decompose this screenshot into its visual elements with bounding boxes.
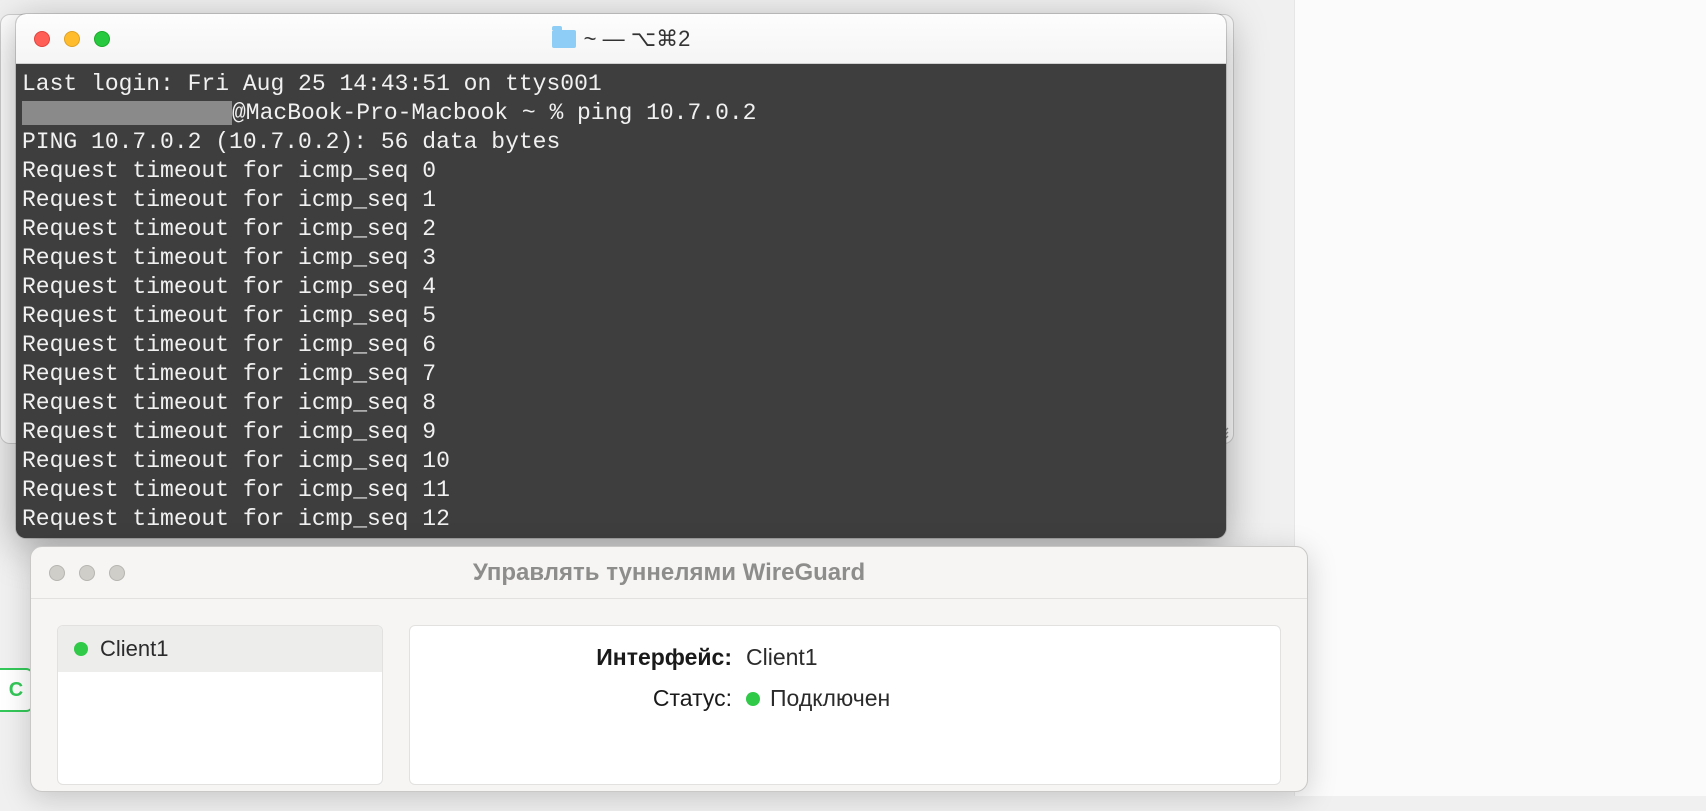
cutoff-button-label: C: [9, 679, 23, 702]
terminal-line: Request timeout for icmp_seq 7: [22, 360, 1220, 389]
interface-value: Client1: [746, 644, 818, 671]
terminal-line: Request timeout for icmp_seq 5: [22, 302, 1220, 331]
wireguard-window: Управлять туннелями WireGuard Client1 Ин…: [30, 546, 1308, 792]
tunnel-list-item[interactable]: Client1: [58, 626, 382, 672]
status-label: Статус:: [436, 685, 746, 712]
terminal-line: Request timeout for icmp_seq 3: [22, 244, 1220, 273]
terminal-line: Request timeout for icmp_seq 4: [22, 273, 1220, 302]
minimize-icon[interactable]: [64, 31, 80, 47]
wireguard-body: Client1 Интерфейс: Client1 Статус: Подкл…: [31, 599, 1307, 811]
terminal-line: Request timeout for icmp_seq 1: [22, 186, 1220, 215]
terminal-line: Request timeout for icmp_seq 8: [22, 389, 1220, 418]
terminal-title-text: ~ — ⌥⌘2: [584, 26, 691, 52]
terminal-line: Request timeout for icmp_seq 12: [22, 505, 1220, 534]
terminal-line: Request timeout for icmp_seq 2: [22, 215, 1220, 244]
cutoff-action-button[interactable]: C: [0, 668, 34, 712]
terminal-output[interactable]: Last login: Fri Aug 25 14:43:51 on ttys0…: [16, 64, 1226, 538]
folder-icon: [552, 30, 576, 48]
terminal-line: Request timeout for icmp_seq 10: [22, 447, 1220, 476]
status-dot-icon: [74, 642, 88, 656]
terminal-line: PING 10.7.0.2 (10.7.0.2): 56 data bytes: [22, 128, 1220, 157]
terminal-line: Request timeout for icmp_seq 6: [22, 331, 1220, 360]
status-value: Подключен: [746, 685, 890, 712]
close-icon[interactable]: [34, 31, 50, 47]
status-text: Подключен: [770, 685, 890, 712]
status-dot-icon: [746, 692, 760, 706]
tunnel-detail-panel: Интерфейс: Client1 Статус: Подключен: [409, 625, 1281, 785]
redacted-username: [22, 101, 232, 125]
terminal-title: ~ — ⌥⌘2: [16, 26, 1226, 52]
terminal-titlebar[interactable]: ~ — ⌥⌘2: [16, 14, 1226, 64]
right-panel-background: [1294, 0, 1706, 796]
wireguard-title: Управлять туннелями WireGuard: [31, 559, 1307, 587]
status-row: Статус: Подключен: [436, 685, 1254, 712]
terminal-line: Last login: Fri Aug 25 14:43:51 on ttys0…: [22, 70, 1220, 99]
terminal-window: ~ — ⌥⌘2 Last login: Fri Aug 25 14:43:51 …: [16, 14, 1226, 538]
terminal-line: Request timeout for icmp_seq 9: [22, 418, 1220, 447]
interface-row: Интерфейс: Client1: [436, 644, 1254, 671]
traffic-lights: [16, 31, 110, 47]
terminal-line: @MacBook-Pro-Macbook ~ % ping 10.7.0.2: [22, 99, 1220, 128]
zoom-icon[interactable]: [94, 31, 110, 47]
wireguard-titlebar[interactable]: Управлять туннелями WireGuard: [31, 547, 1307, 599]
tunnel-list[interactable]: Client1: [57, 625, 383, 785]
tunnel-name: Client1: [100, 636, 168, 662]
interface-label: Интерфейс:: [436, 644, 746, 671]
terminal-line: Request timeout for icmp_seq 11: [22, 476, 1220, 505]
terminal-line: Request timeout for icmp_seq 0: [22, 157, 1220, 186]
